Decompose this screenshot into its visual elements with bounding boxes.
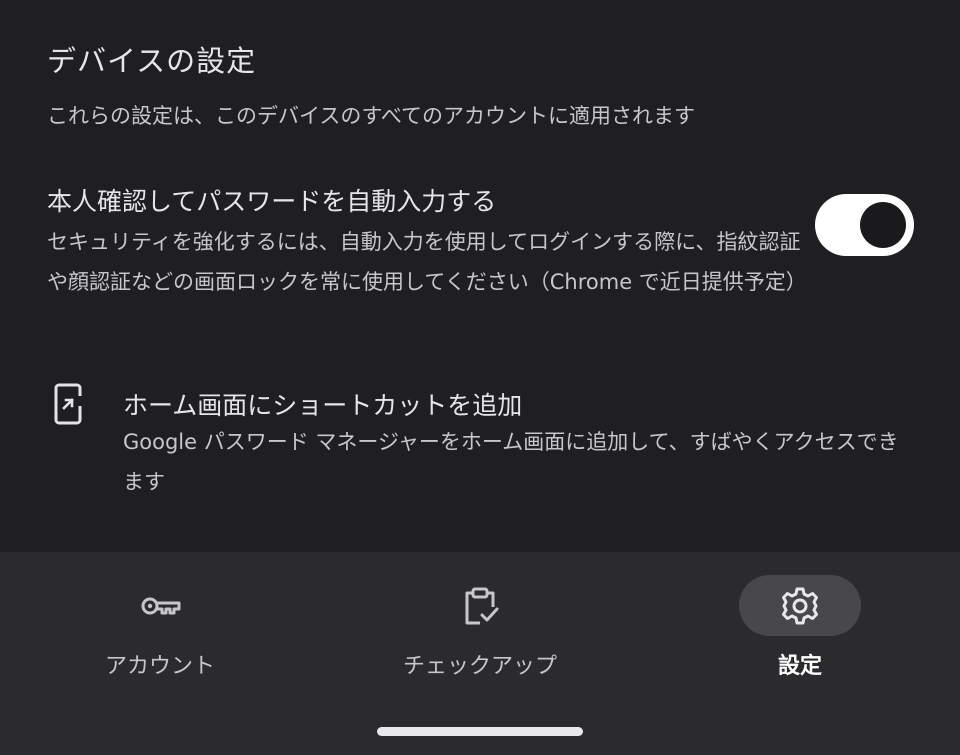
add-to-home-screen-icon [54,383,84,425]
clipboard-check-icon [465,587,499,625]
autofill-setting-title: 本人確認してパスワードを自動入力する [47,187,497,216]
shortcut-title: ホーム画面にショートカットを追加 [123,391,523,420]
home-indicator[interactable] [377,727,583,736]
nav-item-accounts[interactable]: アカウント [0,552,320,702]
key-icon [141,597,181,615]
autofill-toggle[interactable] [815,194,914,256]
nav-item-checkup[interactable]: チェックアップ [320,552,640,702]
add-home-shortcut-item[interactable]: ホーム画面にショートカットを追加 Google パスワード マネージャーをホーム… [0,376,960,516]
autofill-setting-description: セキュリティを強化するには、自動入力を使用してログインする際に、指紋認証や顔認証… [47,230,807,294]
shortcut-description: Google パスワード マネージャーをホーム画面に追加して、すばやくアクセスで… [123,430,899,494]
nav-item-settings[interactable]: 設定 [640,552,960,702]
bottom-navigation: アカウント チェックアップ 設定 [0,552,960,755]
nav-label-settings: 設定 [777,654,822,679]
nav-label-accounts: アカウント [104,654,215,679]
autofill-verification-setting[interactable]: 本人確認してパスワードを自動入力する セキュリティを強化するには、自動入力を使用… [0,178,960,343]
section-title: デバイスの設定 [47,44,257,78]
device-settings-screen: デバイスの設定 これらの設定は、このデバイスのすべてのアカウントに適用されます … [0,0,960,755]
nav-label-checkup: チェックアップ [402,654,557,679]
gear-icon [782,587,818,625]
toggle-knob [860,202,906,248]
section-description: これらの設定は、このデバイスのすべてのアカウントに適用されます [47,104,696,128]
